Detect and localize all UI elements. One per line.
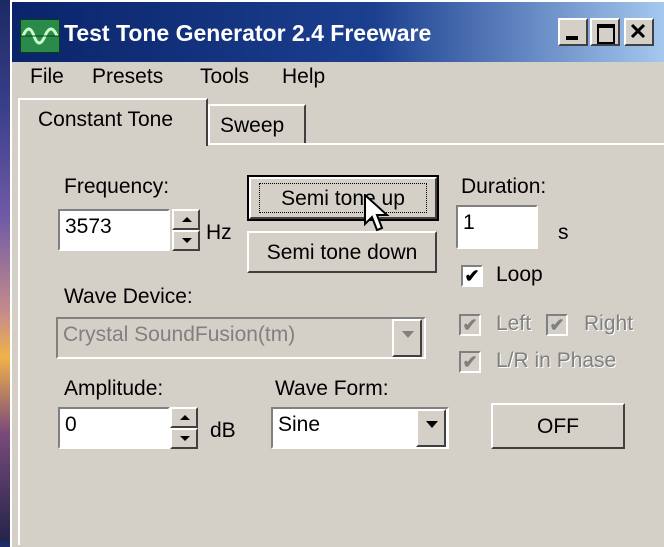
wave-form-label: Wave Form: [275, 377, 389, 400]
amplitude-label: Amplitude: [64, 377, 164, 400]
arrow-down-icon [180, 436, 190, 441]
close-icon [630, 23, 646, 39]
semitone-down-button[interactable]: Semi tone down [247, 231, 437, 273]
lr-phase-checkbox[interactable]: ✔ [459, 351, 481, 373]
tab-panel: Frequency: 3573 Hz Semi tone up Semi ton… [18, 143, 664, 545]
menu-help[interactable]: Help [282, 65, 325, 89]
chevron-down-icon [402, 331, 414, 338]
window-title: Test Tone Generator 2.4 Freeware [64, 20, 432, 46]
off-button[interactable]: OFF [491, 403, 625, 449]
semitone-up-button[interactable]: Semi tone up [247, 175, 439, 221]
frequency-label: Frequency: [64, 175, 170, 198]
frequency-up-button[interactable] [172, 209, 200, 230]
title-bar[interactable]: Test Tone Generator 2.4 Freeware [12, 2, 664, 62]
amplitude-unit: dB [210, 419, 236, 442]
minimize-button[interactable] [558, 18, 588, 46]
wave-device-dropdown-button[interactable] [392, 319, 422, 357]
app-window: Test Tone Generator 2.4 Freeware File Pr… [10, 0, 664, 547]
right-checkbox[interactable]: ✔ [546, 314, 568, 336]
wave-device-select[interactable]: Crystal SoundFusion(tm) [56, 317, 426, 359]
menu-bar: File Presets Tools Help [12, 62, 664, 94]
maximize-icon [597, 24, 615, 44]
minimize-icon [566, 36, 578, 40]
duration-label: Duration: [461, 175, 547, 198]
frequency-spinner[interactable] [172, 209, 200, 251]
mouse-cursor-icon [364, 194, 390, 232]
wave-form-dropdown-button[interactable] [416, 409, 446, 447]
tab-constant-tone[interactable]: Constant Tone [18, 98, 208, 146]
tab-strip: Constant Tone Sweep [12, 98, 664, 146]
tab-sweep[interactable]: Sweep [208, 104, 306, 144]
chevron-down-icon [426, 421, 438, 428]
left-label: Left [496, 312, 532, 335]
arrow-down-icon [182, 238, 192, 243]
lr-phase-label: L/R in Phase [496, 349, 617, 372]
focus-rect [259, 183, 427, 213]
frequency-down-button[interactable] [172, 230, 200, 251]
menu-presets[interactable]: Presets [92, 65, 163, 89]
wave-device-label: Wave Device: [64, 285, 193, 308]
waveform-icon[interactable] [20, 19, 60, 53]
right-label: Right [584, 312, 634, 335]
loop-checkbox[interactable]: ✔ [461, 265, 483, 287]
close-button[interactable] [624, 18, 654, 46]
duration-input[interactable]: 1 [456, 205, 538, 249]
arrow-up-icon [180, 415, 190, 420]
amplitude-input[interactable]: 0 [58, 407, 170, 449]
wave-form-value: Sine [278, 413, 321, 436]
left-checkbox[interactable]: ✔ [459, 314, 481, 336]
frequency-input[interactable]: 3573 [58, 209, 170, 251]
maximize-button[interactable] [590, 18, 620, 46]
duration-unit: s [558, 221, 569, 244]
amplitude-down-button[interactable] [170, 428, 198, 449]
menu-file[interactable]: File [30, 65, 64, 89]
arrow-up-icon [182, 217, 192, 222]
frequency-unit: Hz [206, 221, 232, 244]
amplitude-spinner[interactable] [170, 407, 198, 449]
amplitude-up-button[interactable] [170, 407, 198, 428]
loop-label: Loop [496, 263, 543, 286]
menu-tools[interactable]: Tools [200, 65, 249, 89]
wave-device-value: Crystal SoundFusion(tm) [63, 323, 296, 346]
